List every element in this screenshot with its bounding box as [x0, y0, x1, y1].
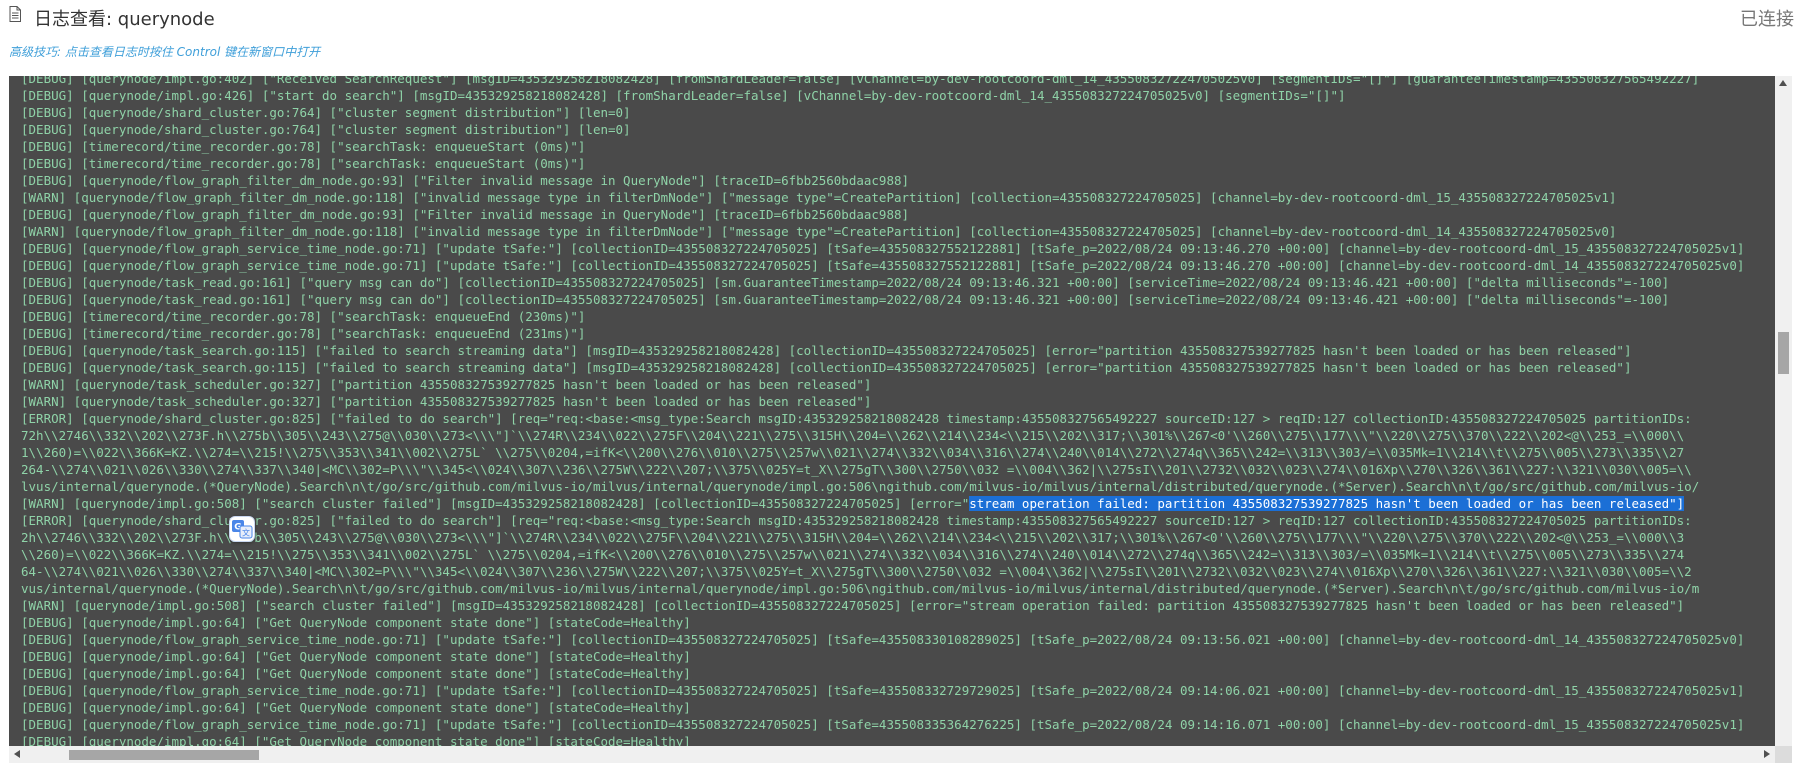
page-title: 日志查看: querynode	[34, 9, 215, 30]
log-line: [ERROR] [querynode/shard_cluster.go:825]…	[21, 513, 1692, 528]
header: 日志查看: querynode 已连接	[0, 0, 1794, 36]
log-line: vus/internal/querynode.(*QueryNode).Sear…	[21, 581, 1700, 596]
log-line: [DEBUG] [timerecord/time_recorder.go:78]…	[21, 309, 586, 324]
translate-button[interactable]: G 文	[229, 516, 255, 542]
log-line: 264-\\274\\021\\026\\330\\274\\337\\340|…	[21, 462, 1692, 477]
log-line: [DEBUG] [timerecord/time_recorder.go:78]…	[21, 139, 586, 154]
log-line: [DEBUG] [querynode/task_read.go:161] ["q…	[21, 275, 1670, 290]
vertical-scrollbar[interactable]	[1775, 76, 1792, 763]
log-line: [WARN] [querynode/task_scheduler.go:327]…	[21, 377, 872, 392]
log-line: \\260)=\\022\\366K=KZ.\\274=\\215!\\275\…	[21, 547, 1685, 562]
log-line: [DEBUG] [querynode/impl.go:64] ["Get Que…	[21, 615, 691, 630]
log-line: [DEBUG] [querynode/impl.go:64] ["Get Que…	[21, 649, 691, 664]
log-content[interactable]: [DEBUG] [querynode/impl.go:402] ["Receiv…	[21, 76, 1775, 746]
horizontal-scroll-thumb[interactable]	[69, 750, 259, 760]
scrollbar-corner	[1775, 746, 1792, 763]
log-line: [WARN] [querynode/flow_graph_filter_dm_n…	[21, 190, 1617, 205]
svg-text:文: 文	[242, 528, 250, 538]
log-line: [WARN] [querynode/impl.go:508] ["search …	[21, 495, 1775, 512]
log-line: [DEBUG] [querynode/impl.go:402] ["Receiv…	[21, 76, 1700, 86]
log-line: [DEBUG] [querynode/task_search.go:115] […	[21, 360, 1632, 375]
log-line: [DEBUG] [querynode/flow_graph_service_ti…	[21, 632, 1745, 647]
log-line: [DEBUG] [querynode/shard_cluster.go:764]…	[21, 122, 631, 137]
translate-icon: G 文	[232, 520, 253, 539]
log-line: [DEBUG] [querynode/task_search.go:115] […	[21, 343, 1632, 358]
log-line: 2h\\2746\\332\\202\\273F.h\\275b\\305\\2…	[21, 530, 1685, 545]
log-line: [WARN] [querynode/flow_graph_filter_dm_n…	[21, 224, 1617, 239]
log-line: [DEBUG] [querynode/impl.go:426] ["start …	[21, 88, 1346, 103]
log-line: 1\\260)=\\022\\366K=KZ.\\274=\\215!\\275…	[21, 445, 1685, 460]
log-line: [DEBUG] [timerecord/time_recorder.go:78]…	[21, 326, 586, 341]
log-line: 64-\\274\\021\\026\\330\\274\\337\\340|<…	[21, 564, 1692, 579]
vertical-scroll-thumb[interactable]	[1778, 332, 1789, 374]
log-line: [DEBUG] [querynode/impl.go:64] ["Get Que…	[21, 666, 691, 681]
log-line-text: [WARN] [querynode/impl.go:508] ["search …	[21, 496, 970, 511]
selected-text[interactable]: stream operation failed: partition 43550…	[969, 496, 1685, 511]
scroll-left-icon[interactable]	[14, 750, 20, 758]
log-line: [DEBUG] [querynode/task_read.go:161] ["q…	[21, 292, 1670, 307]
log-line: [DEBUG] [querynode/impl.go:64] ["Get Que…	[21, 734, 691, 746]
log-line: [DEBUG] [querynode/flow_graph_service_ti…	[21, 241, 1745, 256]
connection-status: 已连接	[1740, 9, 1794, 30]
horizontal-scrollbar[interactable]	[9, 746, 1775, 763]
document-icon	[9, 6, 21, 22]
log-line: [DEBUG] [querynode/flow_graph_service_ti…	[21, 683, 1745, 698]
tip-text: 高级技巧: 点击查看日志时按住 Control 键在新窗口中打开	[9, 45, 321, 59]
log-line: [DEBUG] [timerecord/time_recorder.go:78]…	[21, 156, 586, 171]
log-line: [DEBUG] [querynode/shard_cluster.go:764]…	[21, 105, 631, 120]
log-line: [DEBUG] [querynode/flow_graph_service_ti…	[21, 717, 1745, 732]
log-line: lvus/internal/querynode.(*QueryNode).Sea…	[21, 479, 1700, 494]
log-line: [DEBUG] [querynode/impl.go:64] ["Get Que…	[21, 700, 691, 715]
log-line: [WARN] [querynode/task_scheduler.go:327]…	[21, 394, 872, 409]
scroll-right-icon[interactable]	[1764, 750, 1770, 758]
log-line: [DEBUG] [querynode/flow_graph_service_ti…	[21, 258, 1745, 273]
log-line: [DEBUG] [querynode/flow_graph_filter_dm_…	[21, 173, 910, 188]
log-line: [ERROR] [querynode/shard_cluster.go:825]…	[21, 411, 1692, 426]
log-line: [WARN] [querynode/impl.go:508] ["search …	[21, 598, 1685, 613]
log-line: [DEBUG] [querynode/flow_graph_filter_dm_…	[21, 207, 910, 222]
scroll-up-icon[interactable]	[1779, 80, 1787, 86]
log-line: 72h\\2746\\332\\202\\273F.h\\275b\\305\\…	[21, 428, 1685, 443]
log-viewer[interactable]: [DEBUG] [querynode/impl.go:402] ["Receiv…	[9, 76, 1775, 746]
